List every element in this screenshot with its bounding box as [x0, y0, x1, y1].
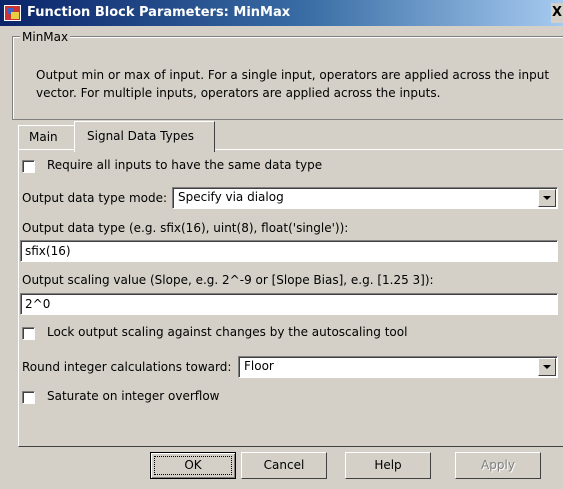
- output-type-input[interactable]: sfix(16): [20, 240, 558, 262]
- chevron-down-icon[interactable]: [538, 189, 556, 207]
- output-mode-label: Output data type mode:: [22, 191, 168, 205]
- focus-outline: [154, 456, 232, 475]
- apply-button[interactable]: Apply: [455, 452, 541, 479]
- round-toward-value: Floor: [244, 359, 274, 373]
- tab-signal-data-types[interactable]: Signal Data Types: [74, 121, 215, 152]
- cancel-button[interactable]: Cancel: [241, 452, 327, 479]
- require-same-type-checkbox[interactable]: [22, 160, 35, 173]
- close-button[interactable]: X: [551, 3, 563, 23]
- help-button[interactable]: Help: [345, 452, 431, 479]
- output-mode-value: Specify via dialog: [178, 190, 284, 204]
- output-scaling-label: Output scaling value (Slope, e.g. 2^-9 o…: [22, 273, 434, 287]
- round-toward-dropdown[interactable]: Floor: [238, 356, 558, 378]
- saturate-label: Saturate on integer overflow: [47, 389, 220, 403]
- window-title: Function Block Parameters: MinMax: [27, 5, 291, 20]
- description-line-2: vector. For multiple inputs, operators a…: [36, 86, 441, 100]
- lock-scaling-checkbox[interactable]: [22, 327, 35, 340]
- description-line-1: Output min or max of input. For a single…: [36, 68, 550, 82]
- output-mode-dropdown[interactable]: Specify via dialog: [172, 187, 558, 209]
- output-scaling-input[interactable]: 2^0: [20, 293, 558, 315]
- require-same-type-label: Require all inputs to have the same data…: [47, 158, 323, 172]
- simulink-block-icon: [4, 5, 21, 21]
- ok-button[interactable]: OK: [150, 452, 236, 479]
- block-description: Output min or max of input. For a single…: [36, 66, 561, 102]
- saturate-checkbox[interactable]: [22, 391, 35, 404]
- lock-scaling-label: Lock output scaling against changes by t…: [47, 325, 408, 339]
- tab-main[interactable]: Main: [18, 125, 75, 149]
- output-type-label: Output data type (e.g. sfix(16), uint(8)…: [22, 221, 349, 235]
- chevron-down-icon[interactable]: [538, 358, 556, 376]
- title-bar[interactable]: Function Block Parameters: MinMax X: [0, 0, 563, 26]
- group-legend: MinMax: [20, 30, 71, 44]
- round-toward-label: Round integer calculations toward:: [22, 360, 232, 374]
